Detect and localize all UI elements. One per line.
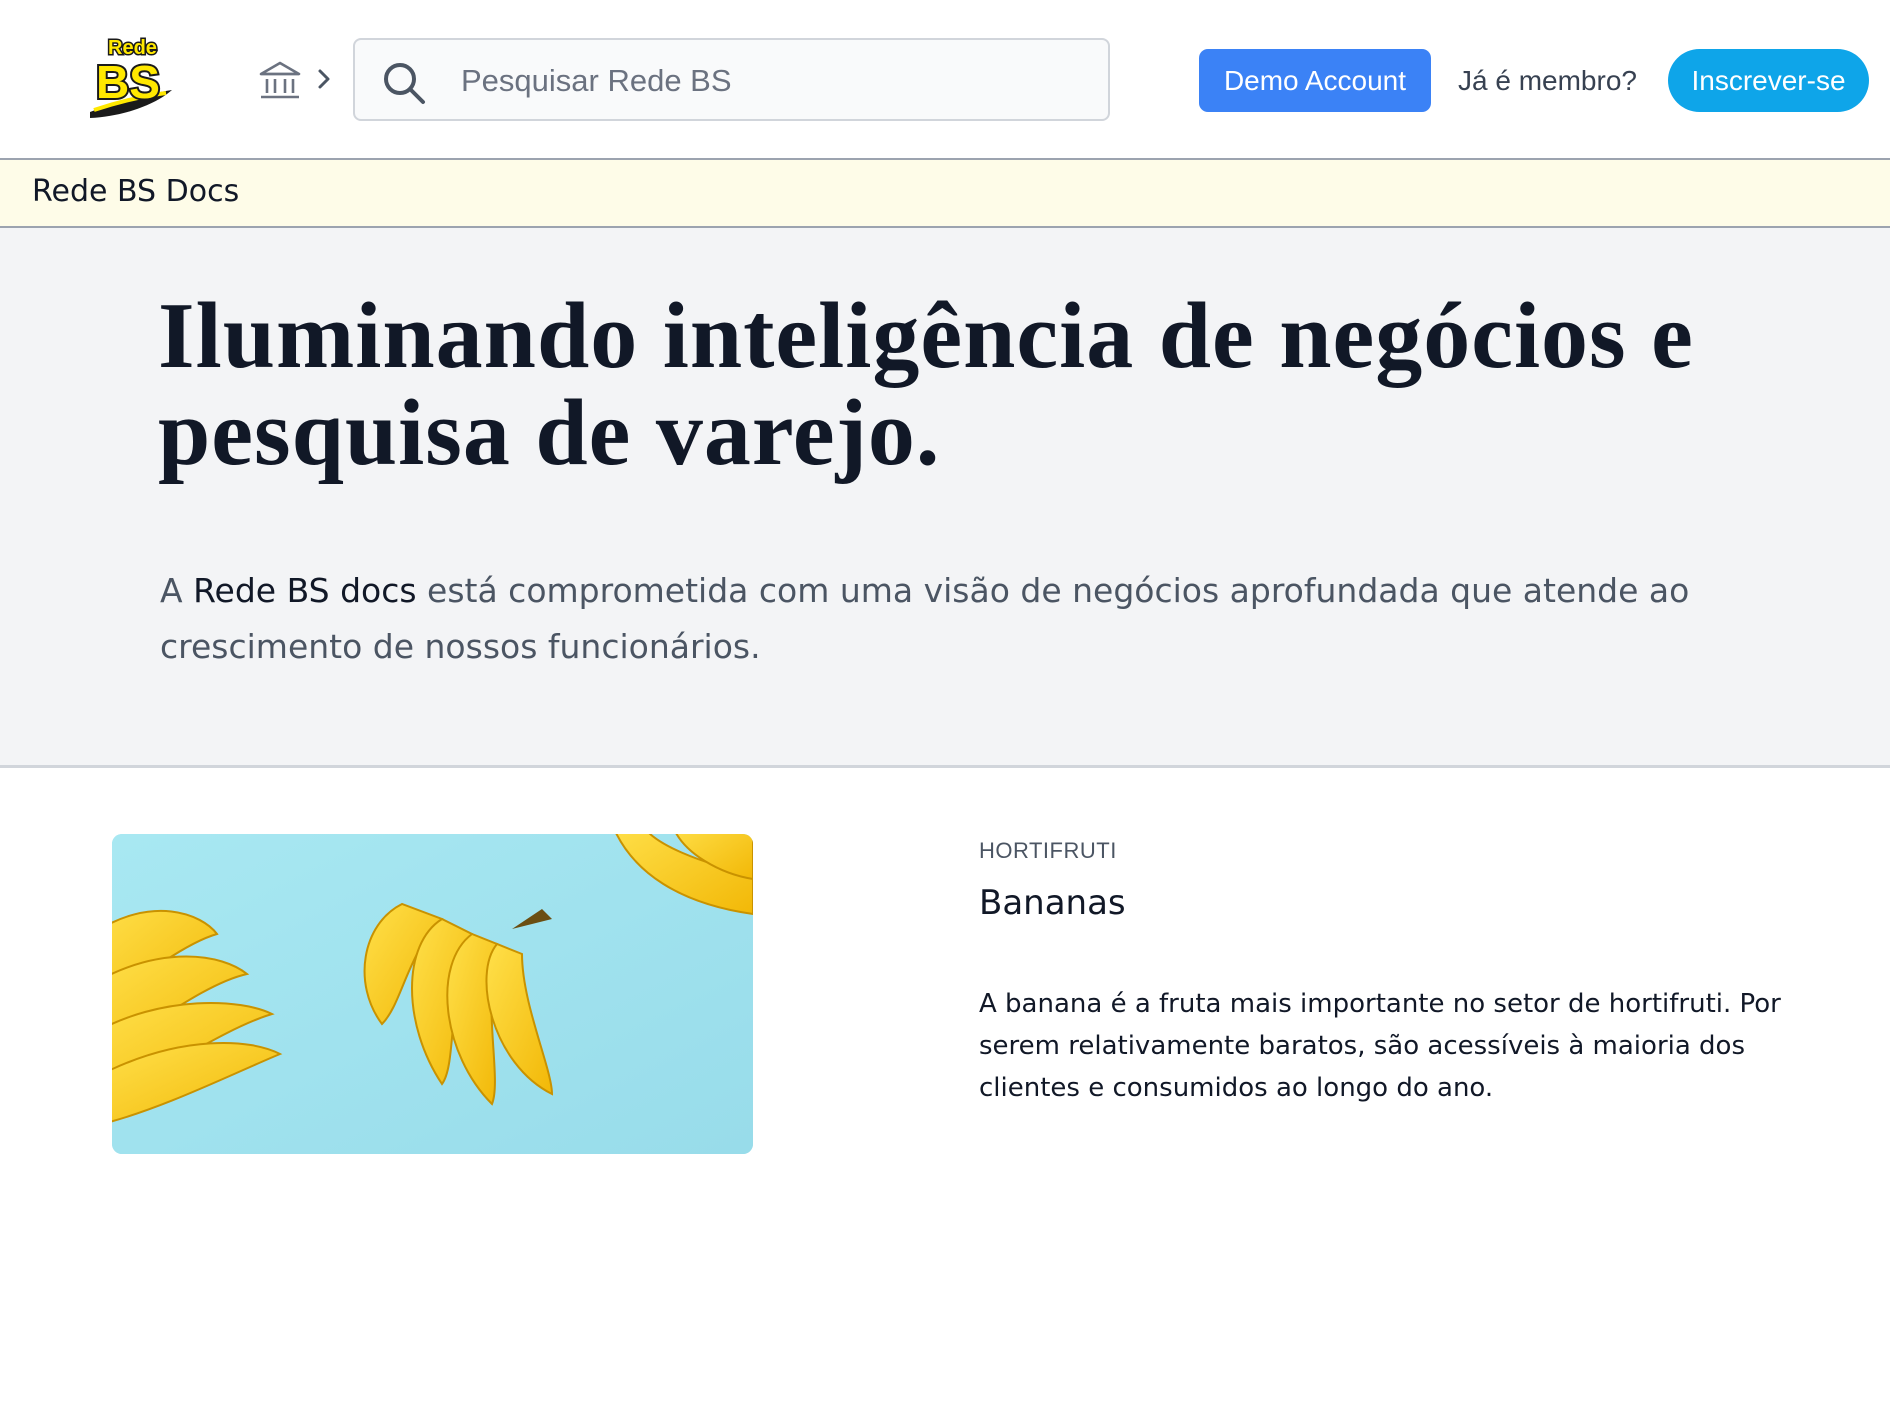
hero-section: Iluminando inteligência de negócios e pe… — [0, 228, 1890, 768]
hero-title: Iluminando inteligência de negócios e pe… — [158, 284, 1694, 485]
article-category: HORTIFRUTI — [979, 838, 1117, 863]
chevron-right-icon — [313, 65, 335, 93]
member-login-link[interactable]: Já é membro? — [1458, 49, 1637, 112]
bank-building-icon[interactable] — [258, 59, 302, 103]
demo-account-button[interactable]: Demo Account — [1199, 49, 1431, 112]
docs-title[interactable]: Rede BS Docs — [32, 174, 239, 209]
hero-description: A Rede BS docs está comprometida com uma… — [160, 563, 1720, 675]
search-icon — [381, 60, 427, 106]
hero-desc-brand: Rede BS docs — [193, 571, 417, 610]
rede-bs-logo[interactable]: Rede BS — [86, 32, 176, 124]
search-input[interactable] — [459, 52, 1083, 110]
search-box[interactable] — [353, 38, 1110, 121]
bananas-photo — [112, 834, 753, 1154]
rede-bs-logo-graphic: Rede BS — [90, 36, 172, 118]
signup-button[interactable]: Inscrever-se — [1668, 49, 1869, 112]
docs-bar: Rede BS Docs — [0, 160, 1890, 228]
hero-desc-prefix: A — [160, 571, 194, 610]
top-navigation-bar: Rede BS Demo Account Já é membro? In — [0, 0, 1890, 160]
article-image-bananas[interactable] — [112, 834, 753, 1154]
article-body: A banana é a fruta mais importante no se… — [979, 989, 1781, 1103]
logo-text-main: BS — [96, 56, 160, 108]
article-title[interactable]: Bananas — [979, 883, 1126, 923]
